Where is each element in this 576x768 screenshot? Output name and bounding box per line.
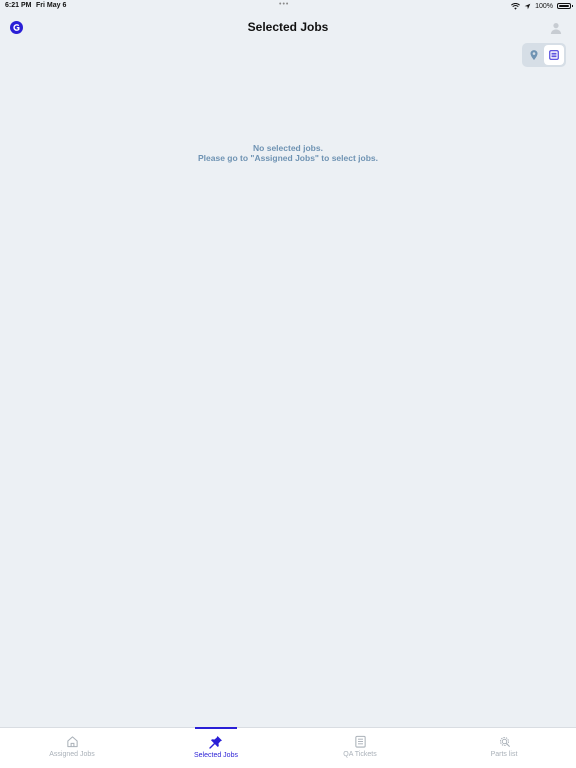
empty-state-message: No selected jobs. Please go to "Assigned… — [0, 143, 576, 163]
tab-label: QA Tickets — [343, 751, 377, 758]
active-tab-indicator — [195, 727, 237, 729]
clipboard-icon — [354, 735, 366, 748]
tab-label: Assigned Jobs — [49, 751, 95, 758]
pin-icon — [209, 736, 222, 749]
tab-label: Selected Jobs — [194, 752, 238, 759]
tab-qa-tickets[interactable]: QA Tickets — [288, 728, 432, 768]
view-toggle — [522, 43, 566, 67]
battery-icon — [557, 3, 573, 9]
page-title: Selected Jobs — [247, 20, 329, 34]
map-view-button[interactable] — [524, 45, 544, 65]
wifi-icon — [511, 2, 521, 10]
profile-icon[interactable] — [550, 22, 562, 34]
battery-percent: 100% — [535, 2, 553, 10]
status-indicators: 100% — [511, 1, 573, 11]
status-date: Fri May 6 — [36, 2, 67, 9]
home-icon — [66, 736, 78, 748]
header: Selected Jobs — [0, 12, 576, 44]
tab-label: Parts list — [490, 751, 518, 758]
list-view-button[interactable] — [544, 45, 564, 65]
multitasking-dots-icon: ••• — [279, 1, 290, 8]
tab-bar: Assigned Jobs Selected Jobs QA Tickets P… — [0, 727, 576, 768]
tab-assigned-jobs[interactable]: Assigned Jobs — [0, 728, 144, 768]
list-icon — [549, 50, 559, 60]
empty-state-line2: Please go to "Assigned Jobs" to select j… — [198, 153, 378, 163]
gear-icon — [499, 736, 510, 748]
map-pin-icon — [530, 50, 538, 60]
location-arrow-icon — [524, 3, 531, 9]
status-bar: 6:21 PM Fri May 6 ••• 100% — [0, 0, 576, 12]
status-time: 6:21 PM — [5, 2, 32, 9]
empty-state-line1: No selected jobs. — [253, 143, 323, 153]
tab-parts-list[interactable]: Parts list — [432, 728, 576, 768]
tab-selected-jobs[interactable]: Selected Jobs — [144, 727, 288, 768]
